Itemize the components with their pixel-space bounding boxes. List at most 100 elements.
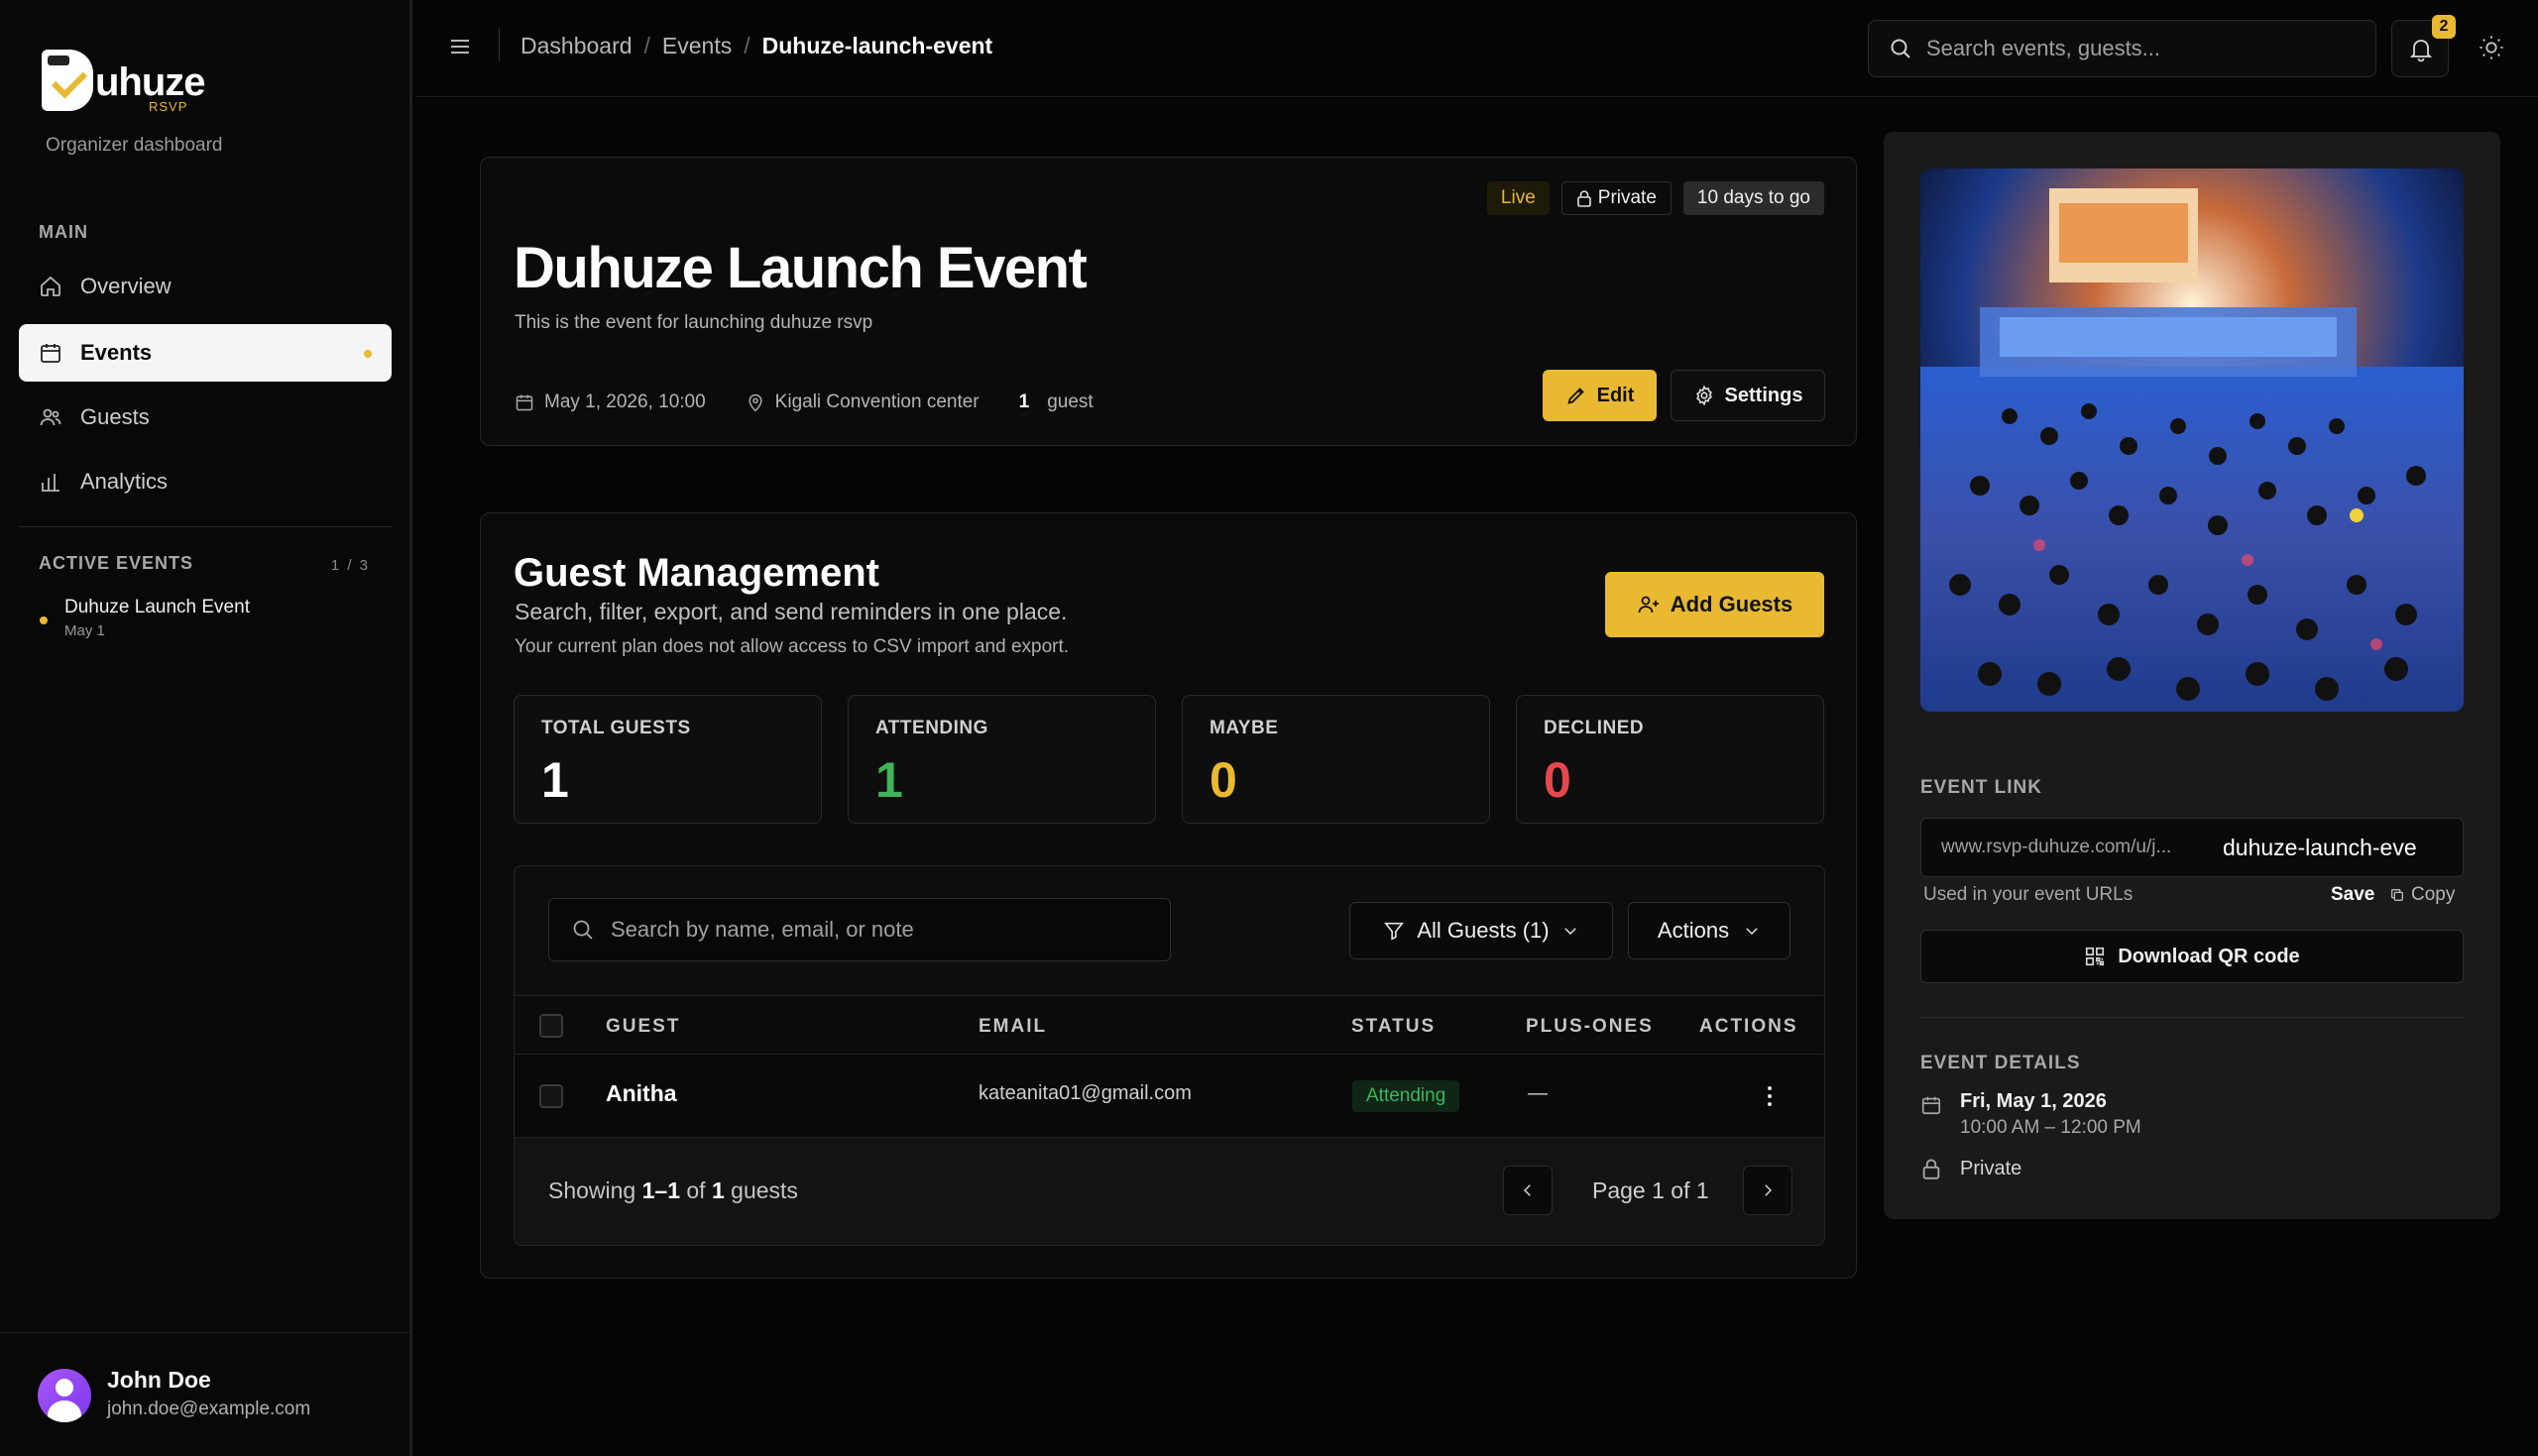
sidebar-item-label: Analytics	[80, 469, 169, 494]
guest-plus-ones: —	[1528, 1082, 1548, 1104]
showing-total: 1	[711, 1177, 725, 1203]
calendar-icon	[516, 394, 533, 411]
sidebar-item-guests[interactable]: Guests	[19, 389, 392, 446]
row-menu-icon[interactable]	[1766, 1084, 1774, 1108]
settings-button[interactable]: Settings	[1671, 370, 1825, 421]
sidebar-divider	[19, 526, 392, 527]
lock-icon	[1922, 1159, 1940, 1179]
stat-total-guests: TOTAL GUESTS 1	[514, 695, 822, 824]
table-header: GUEST EMAIL STATUS PLUS-ONES ACTIONS	[515, 995, 1824, 1055]
column-header-guest[interactable]: GUEST	[606, 1016, 680, 1038]
calendar-icon	[41, 344, 60, 363]
breadcrumb-separator: /	[744, 33, 750, 58]
privacy-badge-label: Private	[1597, 187, 1657, 208]
home-icon	[41, 276, 60, 296]
logo-text: uhuze	[95, 59, 206, 104]
breadcrumb-dashboard[interactable]: Dashboard	[520, 33, 633, 59]
qr-code-icon	[2086, 947, 2105, 966]
event-link-field[interactable]: www.rsvp-duhuze.com/u/j... duhuze-launch…	[1920, 818, 2464, 877]
chevron-down-icon	[1746, 928, 1758, 936]
stat-value: 1	[541, 752, 569, 808]
stat-maybe: MAYBE 0	[1182, 695, 1490, 824]
users-icon	[40, 408, 61, 426]
user-profile[interactable]: John Doe john.doe@example.com	[0, 1332, 409, 1456]
sidebar-item-events[interactable]: Events	[19, 324, 392, 382]
lock-icon	[1576, 190, 1591, 207]
table-row[interactable]: Anitha kateanita01@gmail.com Attending —	[515, 1055, 1824, 1138]
filter-label: All Guests (1)	[1417, 918, 1550, 943]
event-cover-image[interactable]	[1920, 168, 2464, 712]
bell-icon	[2409, 40, 2433, 62]
event-detail-privacy: Private	[1920, 1158, 2021, 1180]
detail-time-text: 10:00 AM – 12:00 PM	[1960, 1117, 2141, 1138]
column-header-plus-ones[interactable]: PLUS-ONES	[1526, 1016, 1654, 1038]
notifications-button[interactable]: 2	[2391, 15, 2456, 77]
stat-label: ATTENDING	[875, 718, 988, 738]
guest-search-input[interactable]	[611, 917, 1146, 943]
breadcrumb-events[interactable]: Events	[662, 33, 732, 59]
detail-date-text: Fri, May 1, 2026	[1960, 1090, 2107, 1112]
event-description: This is the event for launching duhuze r…	[515, 312, 873, 333]
copy-label: Copy	[2411, 884, 2456, 905]
main-section-label: MAIN	[39, 222, 88, 242]
event-link-slug[interactable]: duhuze-launch-eve	[2219, 835, 2417, 861]
global-search-input[interactable]	[1926, 36, 2343, 61]
filter-icon	[1384, 922, 1405, 941]
chevron-down-icon	[1563, 928, 1576, 936]
download-qr-button[interactable]: Download QR code	[1920, 930, 2464, 983]
guest-management-subtitle: Search, filter, export, and send reminde…	[515, 599, 1068, 624]
app-root: uhuze RSVP Organizer dashboard MAIN Over…	[0, 0, 2538, 1456]
guest-count-word: guest	[1047, 392, 1094, 412]
chevron-right-icon	[1765, 1184, 1773, 1196]
guest-filter-dropdown[interactable]: All Guests (1)	[1349, 902, 1613, 959]
panel-divider	[1920, 1017, 2464, 1018]
menu-icon[interactable]	[449, 36, 471, 57]
showing-range: 1–1	[641, 1177, 680, 1203]
column-header-status[interactable]: STATUS	[1351, 1016, 1436, 1038]
copy-link-button[interactable]: Copy	[2389, 884, 2455, 906]
event-link-prefix: www.rsvp-duhuze.com/u/j...	[1941, 837, 2172, 857]
stat-value: 1	[875, 752, 903, 808]
guest-search[interactable]	[548, 898, 1171, 961]
save-link-button[interactable]: Save	[2331, 884, 2374, 906]
event-date: May 1, 2026, 10:00	[515, 392, 706, 413]
add-guests-button[interactable]: Add Guests	[1605, 572, 1824, 637]
active-event-date: May 1	[64, 622, 105, 639]
event-title: Duhuze Launch Event	[514, 236, 1088, 300]
next-page-button[interactable]	[1743, 1166, 1792, 1215]
prev-page-button[interactable]	[1503, 1166, 1553, 1215]
guest-management-card: Guest Management Search, filter, export,…	[480, 512, 1857, 1279]
map-pin-icon	[749, 393, 762, 412]
event-date-text: May 1, 2026, 10:00	[544, 392, 706, 412]
qr-button-label: Download QR code	[2118, 945, 2300, 967]
countdown-badge: 10 days to go	[1682, 181, 1824, 215]
breadcrumb-current: Duhuze-launch-event	[761, 33, 993, 58]
actions-label: Actions	[1657, 918, 1730, 943]
event-meta: May 1, 2026, 10:00 Kigali Convention cen…	[515, 392, 1094, 413]
stat-value: 0	[1210, 752, 1237, 808]
showing-prefix: Showing	[548, 1177, 636, 1203]
event-side-panel: EVENT LINK www.rsvp-duhuze.com/u/j... du…	[1884, 132, 2500, 1219]
row-checkbox[interactable]	[539, 1084, 563, 1108]
global-search[interactable]	[1868, 20, 2376, 77]
bulk-actions-dropdown[interactable]: Actions	[1628, 902, 1790, 959]
edit-button[interactable]: Edit	[1543, 370, 1657, 421]
active-event-item[interactable]: Duhuze Launch Event May 1	[40, 597, 250, 639]
select-all-checkbox[interactable]	[539, 1014, 563, 1038]
theme-toggle-sun-icon[interactable]	[2478, 34, 2505, 61]
status-badge-live: Live	[1486, 181, 1550, 215]
sidebar-item-label: Guests	[80, 404, 150, 429]
privacy-badge: Private	[1560, 181, 1672, 215]
column-header-email[interactable]: EMAIL	[979, 1016, 1047, 1038]
user-email: john.doe@example.com	[107, 1399, 311, 1419]
plan-note: Your current plan does not allow access …	[515, 636, 1070, 657]
sidebar: uhuze RSVP Organizer dashboard MAIN Over…	[0, 0, 412, 1456]
guest-email: kateanita01@gmail.com	[979, 1082, 1192, 1104]
showing-of: of	[686, 1177, 706, 1203]
stat-value: 0	[1544, 752, 1571, 808]
sidebar-item-analytics[interactable]: Analytics	[19, 453, 392, 510]
active-events-count: 1 / 3	[330, 557, 370, 574]
event-location: Kigali Convention center	[746, 392, 980, 413]
sidebar-item-overview[interactable]: Overview	[19, 258, 392, 315]
settings-button-label: Settings	[1724, 384, 1803, 406]
